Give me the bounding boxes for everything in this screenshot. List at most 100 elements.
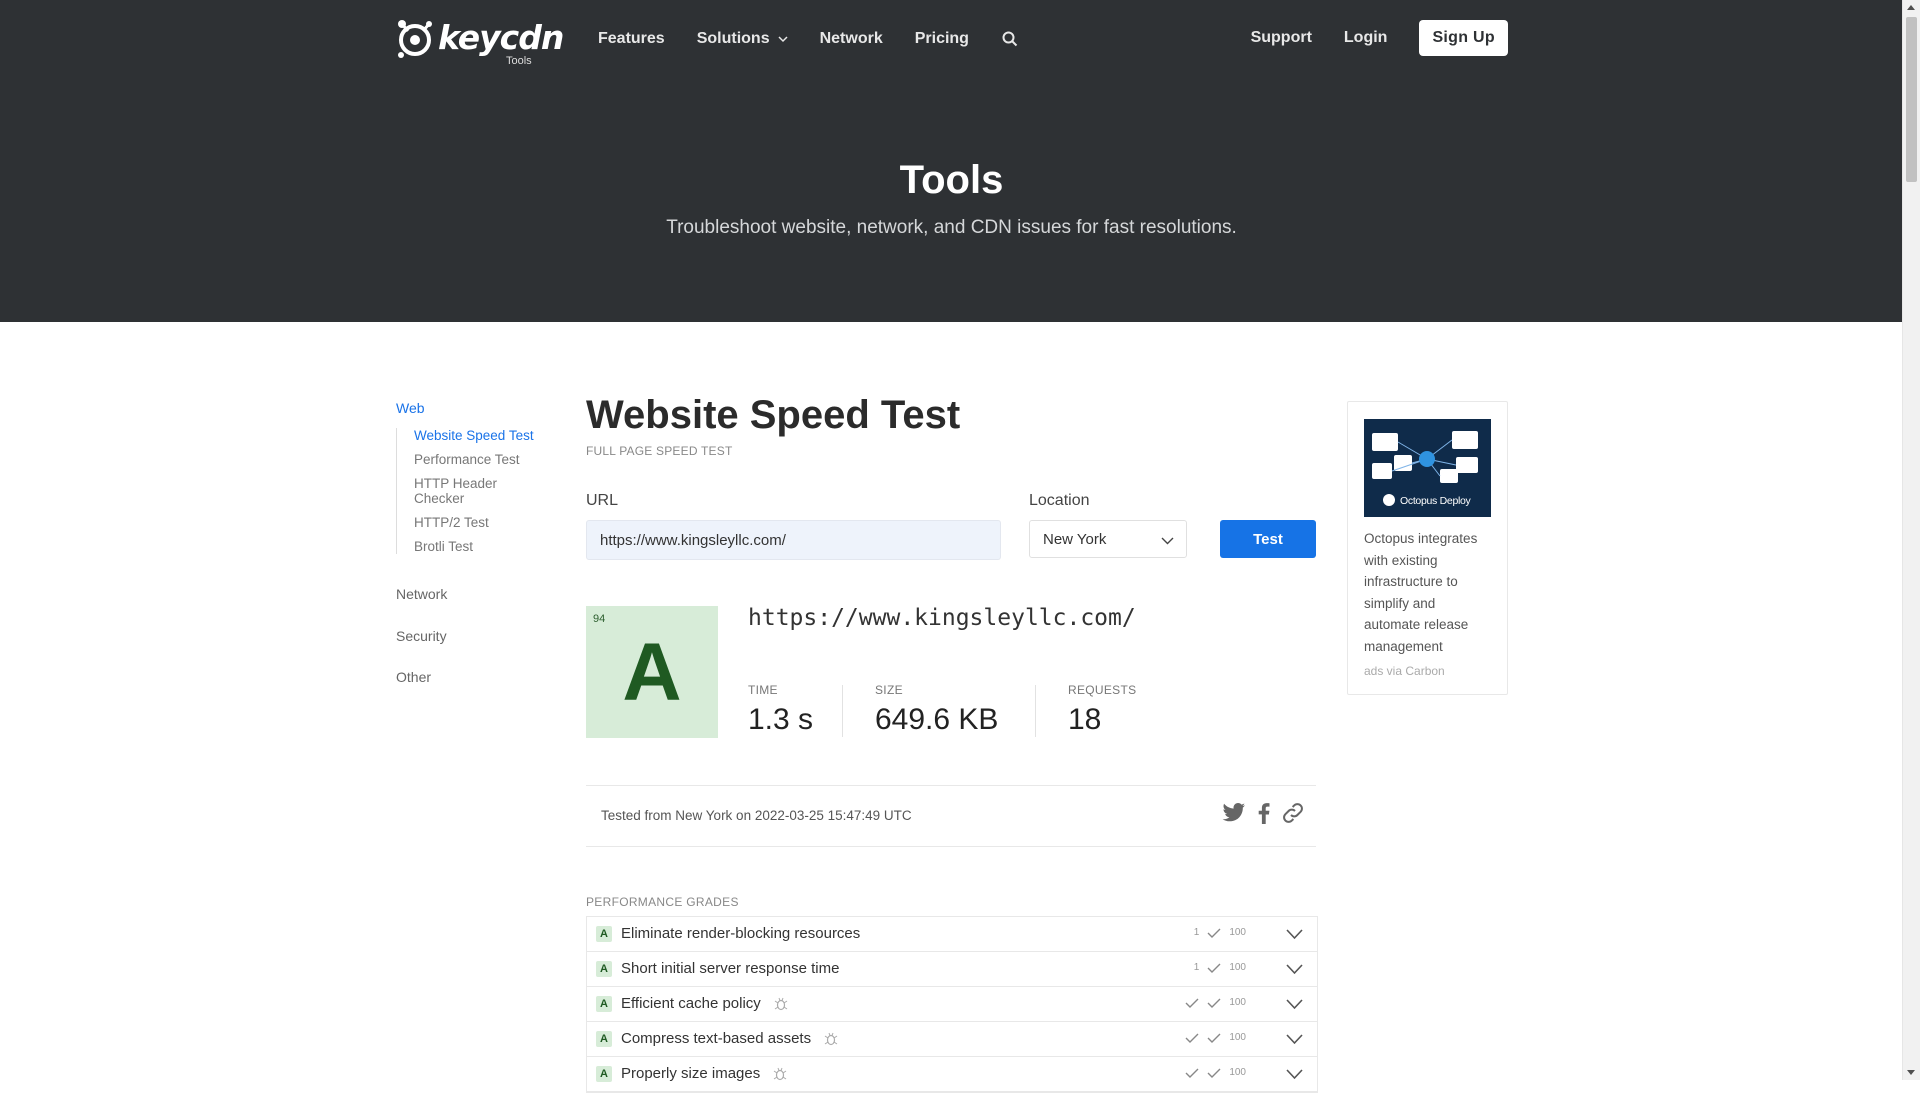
- nav-solutions[interactable]: Solutions: [697, 30, 788, 48]
- url-label: URL: [586, 492, 619, 509]
- grade-item-stats: 1 100: [1185, 927, 1246, 938]
- carbon-ad[interactable]: Octopus Deploy Octopus integrates with e…: [1347, 401, 1508, 695]
- ad-image[interactable]: Octopus Deploy: [1364, 419, 1491, 517]
- chevron-down-icon[interactable]: [1286, 998, 1303, 1010]
- sidebar-category-other[interactable]: Other: [396, 669, 431, 685]
- main-nav: Features Solutions Network Pricing: [598, 30, 1051, 48]
- grade-item-name-wrap: Efficient cache policy: [621, 995, 789, 1012]
- location-label: Location: [1029, 492, 1090, 509]
- list-item[interactable]: A Short initial server response time 1 1…: [587, 952, 1317, 987]
- grade-item-count: 1: [1193, 927, 1200, 938]
- list-item[interactable]: A Properly size images 100: [587, 1057, 1317, 1092]
- chevron-down-icon: [778, 36, 788, 43]
- bug-icon: [824, 1032, 838, 1046]
- link-icon[interactable]: [1282, 802, 1304, 829]
- metric-size: SIZE 649.6 KB: [875, 683, 998, 737]
- page-scrollbar[interactable]: [1902, 0, 1920, 1080]
- ad-image-caption: Octopus Deploy: [1400, 495, 1471, 507]
- grade-item-score: 100: [1229, 1032, 1246, 1043]
- chevron-down-icon[interactable]: [1286, 1068, 1303, 1080]
- sidebar-category-web[interactable]: Web: [396, 400, 425, 416]
- metric-requests-value: 18: [1068, 703, 1102, 736]
- scroll-up-icon[interactable]: [1907, 5, 1915, 10]
- check-icon: [1185, 1068, 1199, 1078]
- sidebar-item-performance-test[interactable]: Performance Test: [414, 452, 554, 467]
- nav-features[interactable]: Features: [598, 30, 665, 48]
- grade-badge: A: [596, 1031, 612, 1047]
- metric-divider: [1035, 685, 1036, 737]
- tested-info-bar: Tested from New York on 2022-03-25 15:47…: [586, 785, 1316, 847]
- metric-size-label: SIZE: [875, 683, 903, 697]
- sidebar-category-network[interactable]: Network: [396, 586, 447, 602]
- test-button[interactable]: Test: [1220, 520, 1316, 558]
- check-icon: [1207, 998, 1221, 1008]
- hero-subtitle: Troubleshoot website, network, and CDN i…: [666, 217, 1237, 238]
- metric-requests: REQUESTS 18: [1068, 683, 1136, 737]
- sidebar-item-http-header-checker[interactable]: HTTP Header Checker: [414, 476, 519, 506]
- facebook-icon[interactable]: [1258, 802, 1270, 829]
- list-item[interactable]: A Eliminate render-blocking resources 1 …: [587, 917, 1317, 952]
- sidebar-item-brotli-test[interactable]: Brotli Test: [414, 539, 554, 554]
- page-subtitle: FULL PAGE SPEED TEST: [586, 444, 733, 458]
- grade-letter: A: [622, 627, 682, 718]
- grade-item-score: 100: [1229, 1067, 1246, 1078]
- check-icon: [1185, 1033, 1199, 1043]
- sidebar-item-website-speed-test[interactable]: Website Speed Test: [414, 428, 554, 443]
- grade-item-score: 100: [1229, 997, 1246, 1008]
- grade-badge: A: [596, 961, 612, 977]
- nav-network[interactable]: Network: [820, 30, 883, 48]
- nav-login[interactable]: Login: [1344, 29, 1388, 47]
- chevron-down-icon[interactable]: [1286, 928, 1303, 940]
- chevron-down-icon[interactable]: [1286, 1033, 1303, 1045]
- scroll-down-icon[interactable]: [1907, 1070, 1915, 1075]
- metric-requests-label: REQUESTS: [1068, 683, 1137, 697]
- check-icon: [1207, 1068, 1221, 1078]
- chevron-down-icon: [1161, 537, 1174, 545]
- performance-grades-title: PERFORMANCE GRADES: [586, 895, 739, 909]
- nav-search[interactable]: [1001, 30, 1019, 48]
- location-select-value: New York: [1043, 530, 1107, 548]
- signup-button[interactable]: Sign Up: [1419, 20, 1508, 56]
- twitter-icon[interactable]: [1222, 803, 1246, 828]
- grade-item-name-wrap: Properly size images: [621, 1065, 788, 1082]
- keycdn-logo[interactable]: keycdn Tools: [396, 18, 564, 67]
- scrollbar-thumb[interactable]: [1906, 17, 1917, 182]
- grade-item-count: 1: [1193, 962, 1200, 973]
- search-icon: [1002, 31, 1018, 47]
- page-title: Website Speed Test: [586, 393, 961, 437]
- ad-via-link[interactable]: ads via Carbon: [1364, 664, 1445, 678]
- ad-text[interactable]: Octopus integrates with existing infrast…: [1364, 528, 1492, 657]
- result-url: https://www.kingsleyllc.com/: [748, 605, 1136, 631]
- sidebar-category-security[interactable]: Security: [396, 628, 447, 644]
- metric-time-label: TIME: [748, 683, 778, 697]
- list-item[interactable]: A Compress text-based assets 100: [587, 1022, 1317, 1057]
- grade-badge: A: [596, 996, 612, 1012]
- grade-score: 94: [593, 613, 606, 625]
- sidebar-item-http2-test[interactable]: HTTP/2 Test: [414, 515, 554, 530]
- grade-item-score: 100: [1229, 962, 1246, 973]
- site-header: keycdn Tools Features Solutions Network …: [0, 0, 1903, 322]
- grade-item-name: Efficient cache policy: [621, 995, 761, 1012]
- grade-item-stats: 100: [1185, 1067, 1246, 1078]
- grade-item-name: Short initial server response time: [621, 960, 840, 977]
- metric-size-value: 649.6 KB: [875, 703, 999, 736]
- list-item[interactable]: A Efficient cache policy 100: [587, 987, 1317, 1022]
- location-select[interactable]: New York: [1029, 520, 1187, 558]
- grade-badge: A: [596, 926, 612, 942]
- grade-box: 94 A: [586, 606, 718, 738]
- sidebar-web-items: Website Speed Test Performance Test HTTP…: [396, 428, 554, 554]
- check-icon: [1207, 928, 1221, 938]
- logo-text: keycdn: [438, 18, 564, 57]
- url-input[interactable]: [586, 520, 1001, 560]
- grade-item-name: Eliminate render-blocking resources: [621, 925, 861, 942]
- nav-pricing[interactable]: Pricing: [915, 30, 969, 48]
- metric-time-value: 1.3 s: [748, 703, 814, 736]
- nav-support[interactable]: Support: [1251, 29, 1312, 47]
- logo-subtext: Tools: [506, 55, 532, 67]
- grade-item-name: Compress text-based assets: [621, 1030, 812, 1047]
- metric-time: TIME 1.3 s: [748, 683, 813, 737]
- chevron-down-icon[interactable]: [1286, 963, 1303, 975]
- check-icon: [1207, 1033, 1221, 1043]
- account-nav: Support Login Sign Up: [1251, 20, 1508, 56]
- grade-item-name-wrap: Compress text-based assets: [621, 1030, 839, 1047]
